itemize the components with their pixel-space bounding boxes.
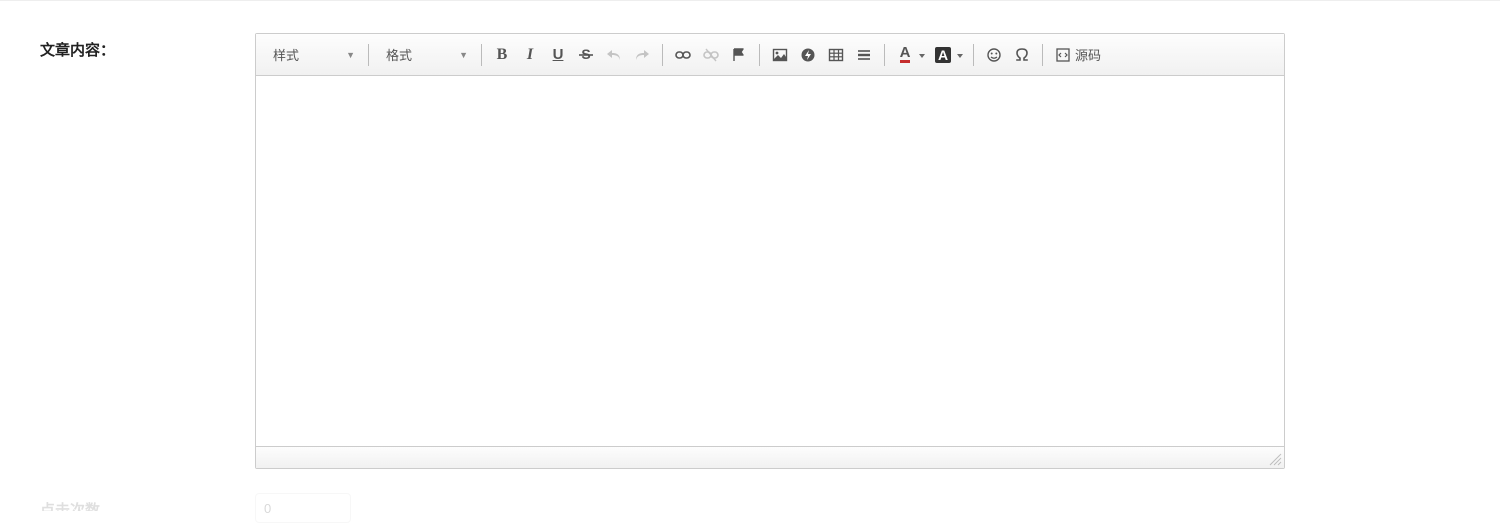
row-second-field: 点击次数	[0, 469, 1500, 523]
undo-button[interactable]	[600, 41, 628, 69]
bold-button[interactable]: B	[488, 41, 516, 69]
horizontal-rule-icon	[856, 47, 872, 63]
toolbar-separator	[1042, 44, 1043, 66]
text-color-icon: A	[900, 47, 911, 63]
editor-column: 样式 ▼ 格式 ▼ B I	[255, 33, 1285, 469]
unlink-icon	[703, 47, 719, 63]
image-button[interactable]	[766, 41, 794, 69]
link-icon	[675, 47, 691, 63]
form-page: 文章内容： 样式 ▼ 格式 ▼ B	[0, 0, 1500, 516]
text-color-button[interactable]: A	[891, 41, 929, 69]
toolbar-separator	[481, 44, 482, 66]
flash-button[interactable]	[794, 41, 822, 69]
toolbar-separator	[973, 44, 974, 66]
strikethrough-icon: S	[578, 47, 594, 63]
format-combo[interactable]: 格式 ▼	[375, 41, 475, 69]
second-field-input[interactable]	[255, 493, 351, 523]
rich-text-editor: 样式 ▼ 格式 ▼ B I	[255, 33, 1285, 469]
strike-button[interactable]: S	[572, 41, 600, 69]
unlink-button[interactable]	[697, 41, 725, 69]
special-char-button[interactable]	[1008, 41, 1036, 69]
anchor-button[interactable]	[725, 41, 753, 69]
image-icon	[772, 47, 788, 63]
toolbar-separator	[662, 44, 663, 66]
smiley-button[interactable]	[980, 41, 1008, 69]
resize-handle[interactable]	[1268, 452, 1282, 466]
styles-combo[interactable]: 样式 ▼	[262, 41, 362, 69]
underline-button[interactable]: U	[544, 41, 572, 69]
bold-icon: B	[497, 46, 508, 64]
format-combo-label: 格式	[386, 45, 412, 64]
horizontal-rule-button[interactable]	[850, 41, 878, 69]
flash-icon	[800, 47, 816, 63]
flag-icon	[731, 47, 747, 63]
source-button[interactable]: 源码	[1049, 41, 1107, 69]
toolbar-separator	[368, 44, 369, 66]
chevron-down-icon: ▼	[346, 50, 355, 60]
source-icon	[1055, 47, 1071, 63]
italic-icon: I	[527, 46, 533, 64]
chevron-down-icon: ▼	[459, 50, 468, 60]
table-button[interactable]	[822, 41, 850, 69]
editor-content[interactable]	[256, 76, 1284, 446]
toolbar-separator	[759, 44, 760, 66]
editor-toolbar: 样式 ▼ 格式 ▼ B I	[256, 34, 1284, 76]
row-article-content: 文章内容： 样式 ▼ 格式 ▼ B	[0, 33, 1500, 469]
italic-button[interactable]: I	[516, 41, 544, 69]
bg-color-button[interactable]: A	[929, 41, 967, 69]
bg-color-icon: A	[935, 47, 951, 63]
source-label: 源码	[1075, 45, 1101, 64]
redo-button[interactable]	[628, 41, 656, 69]
smile-icon	[986, 47, 1002, 63]
redo-icon	[634, 47, 650, 63]
resize-icon	[1268, 452, 1282, 466]
label-second-field: 点击次数	[40, 493, 255, 511]
undo-icon	[606, 47, 622, 63]
underline-icon: U	[553, 46, 564, 63]
toolbar-separator	[884, 44, 885, 66]
omega-icon	[1014, 47, 1030, 63]
label-article-content: 文章内容：	[40, 33, 255, 60]
link-button[interactable]	[669, 41, 697, 69]
editor-footer	[256, 446, 1284, 468]
table-icon	[828, 47, 844, 63]
styles-combo-label: 样式	[273, 45, 299, 64]
